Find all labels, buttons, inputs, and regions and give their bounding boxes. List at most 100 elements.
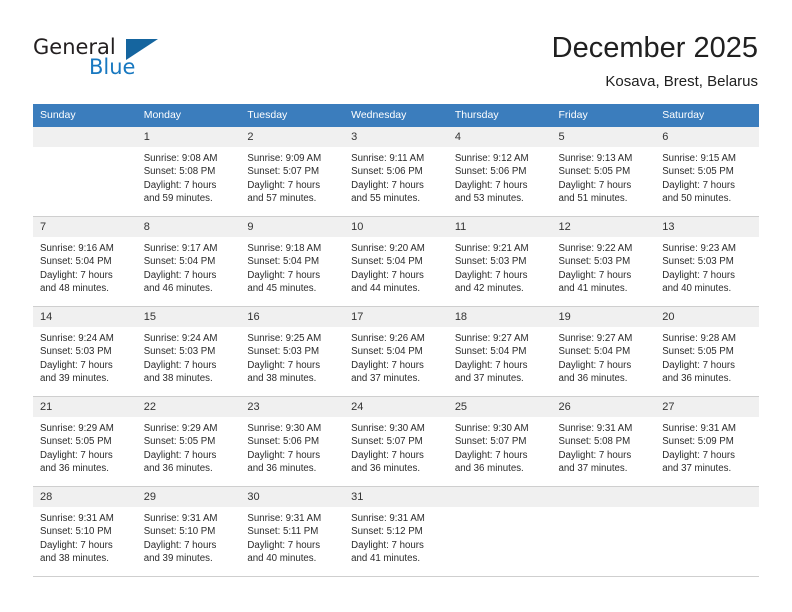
day-sun-info: Sunrise: 9:24 AM Sunset: 5:03 PM Daylight:… — [33, 327, 137, 386]
day-cell[interactable]: 13 Sunrise: 9:23 AM Sunset: 5:03 PM Dayligh… — [655, 216, 759, 307]
day-number: 7 — [33, 217, 137, 237]
day-daylight-2-text: and 37 minutes. — [351, 373, 421, 385]
day-number: 31 — [344, 487, 448, 507]
calendar-week-row: 1 Sunrise: 9:08 AM Sunset: 5:08 PM Daylight… — [33, 126, 759, 217]
day-sun-info: Sunrise: 9:08 AM Sunset: 5:08 PM Daylight:… — [137, 147, 241, 206]
day-sunset-text: Sunset: 5:04 PM — [351, 256, 423, 268]
day-sun-info: Sunrise: 9:29 AM Sunset: 5:05 PM Daylight:… — [33, 417, 137, 476]
weekday-header-monday: Monday — [136, 104, 241, 127]
day-daylight-1-text: Daylight: 7 hours — [351, 449, 424, 461]
day-cell[interactable]: 17 Sunrise: 9:26 AM Sunset: 5:04 PM Dayligh… — [344, 306, 448, 397]
day-cell[interactable]: 26 Sunrise: 9:31 AM Sunset: 5:08 PM Dayligh… — [551, 396, 656, 487]
day-number: 21 — [33, 397, 137, 417]
day-daylight-2-text: and 36 minutes. — [454, 463, 524, 475]
day-number: 19 — [551, 307, 656, 327]
day-daylight-2-text: and 36 minutes. — [40, 463, 109, 475]
day-sunset-text: Sunset: 5:11 PM — [247, 526, 319, 538]
day-sunrise-text: Sunrise: 9:11 AM — [351, 153, 425, 164]
day-cell[interactable]: 4 Sunrise: 9:12 AM Sunset: 5:06 PM Daylight… — [447, 126, 552, 217]
day-cell[interactable]: 25 Sunrise: 9:30 AM Sunset: 5:07 PM Dayligh… — [447, 396, 552, 487]
day-cell[interactable]: 19 Sunrise: 9:27 AM Sunset: 5:04 PM Dayligh… — [551, 306, 656, 397]
calendar-header-row: Sunday Monday Tuesday Wednesday Thursday… — [33, 104, 759, 127]
calendar-week-row: 28 Sunrise: 9:31 AM Sunset: 5:10 PM Dayligh… — [33, 486, 759, 577]
day-number: 4 — [447, 127, 552, 147]
day-cell[interactable]: 18 Sunrise: 9:27 AM Sunset: 5:04 PM Dayligh… — [447, 306, 552, 397]
day-cell[interactable]: 16 Sunrise: 9:25 AM Sunset: 5:03 PM Dayligh… — [240, 306, 345, 397]
day-sunset-text: Sunset: 5:10 PM — [143, 526, 216, 538]
day-daylight-2-text: and 39 minutes. — [40, 373, 109, 385]
day-sun-info: Sunrise: 9:29 AM Sunset: 5:05 PM Daylight:… — [137, 417, 241, 476]
day-sun-info: Sunrise: 9:20 AM Sunset: 5:04 PM Daylight:… — [344, 237, 448, 296]
weekday-header-thursday: Thursday — [447, 104, 552, 127]
day-cell[interactable]: 9 Sunrise: 9:18 AM Sunset: 5:04 PM Daylight… — [240, 216, 345, 307]
day-cell-empty — [33, 126, 137, 217]
day-daylight-2-text: and 51 minutes. — [558, 193, 628, 205]
day-cell[interactable]: 31 Sunrise: 9:31 AM Sunset: 5:12 PM Dayligh… — [344, 486, 448, 577]
day-number: 22 — [136, 397, 241, 417]
day-sunset-text: Sunset: 5:04 PM — [351, 346, 423, 358]
day-sunrise-text: Sunrise: 9:31 AM — [40, 513, 114, 524]
day-number: 30 — [240, 487, 345, 507]
day-cell[interactable]: 28 Sunrise: 9:31 AM Sunset: 5:10 PM Dayligh… — [33, 486, 137, 577]
day-number: 9 — [240, 217, 345, 237]
day-sun-info: Sunrise: 9:11 AM Sunset: 5:06 PM Daylight:… — [344, 147, 448, 206]
day-sunrise-text: Sunrise: 9:31 AM — [558, 423, 633, 434]
day-cell[interactable]: 30 Sunrise: 9:31 AM Sunset: 5:11 PM Dayligh… — [240, 486, 345, 577]
day-daylight-1-text: Daylight: 7 hours — [662, 359, 735, 371]
day-sunset-text: Sunset: 5:03 PM — [662, 256, 734, 268]
day-sunset-text: Sunset: 5:08 PM — [558, 436, 631, 448]
day-sunrise-text: Sunrise: 9:26 AM — [351, 333, 425, 344]
day-daylight-1-text: Daylight: 7 hours — [662, 179, 735, 191]
day-daylight-2-text: and 36 minutes. — [143, 463, 213, 475]
day-cell[interactable]: 23 Sunrise: 9:30 AM Sunset: 5:06 PM Dayligh… — [240, 396, 345, 487]
day-cell[interactable]: 2 Sunrise: 9:09 AM Sunset: 5:07 PM Daylight… — [240, 126, 345, 217]
day-cell[interactable]: 12 Sunrise: 9:22 AM Sunset: 5:03 PM Dayligh… — [551, 216, 656, 307]
day-daylight-2-text: and 59 minutes. — [143, 193, 213, 205]
day-sunset-text: Sunset: 5:04 PM — [247, 256, 320, 268]
day-sunset-text: Sunset: 5:03 PM — [247, 346, 320, 358]
day-daylight-1-text: Daylight: 7 hours — [247, 359, 321, 371]
day-cell[interactable]: 10 Sunrise: 9:20 AM Sunset: 5:04 PM Dayligh… — [344, 216, 448, 307]
day-cell[interactable]: 14 Sunrise: 9:24 AM Sunset: 5:03 PM Dayligh… — [33, 306, 137, 397]
day-cell[interactable]: 15 Sunrise: 9:24 AM Sunset: 5:03 PM Dayligh… — [136, 306, 241, 397]
day-cell[interactable]: 24 Sunrise: 9:30 AM Sunset: 5:07 PM Dayligh… — [344, 396, 448, 487]
day-cell[interactable]: 7 Sunrise: 9:16 AM Sunset: 5:04 PM Daylight… — [33, 216, 137, 307]
day-daylight-2-text: and 46 minutes. — [143, 283, 213, 295]
day-sunrise-text: Sunrise: 9:21 AM — [454, 243, 529, 254]
day-daylight-1-text: Daylight: 7 hours — [662, 269, 735, 281]
day-cell[interactable]: 3 Sunrise: 9:11 AM Sunset: 5:06 PM Daylight… — [344, 126, 448, 217]
day-daylight-2-text: and 48 minutes. — [40, 283, 109, 295]
day-sunset-text: Sunset: 5:03 PM — [558, 256, 631, 268]
day-cell[interactable]: 1 Sunrise: 9:08 AM Sunset: 5:08 PM Daylight… — [136, 126, 241, 217]
day-daylight-2-text: and 40 minutes. — [247, 553, 317, 565]
logo-text-blue: Blue — [89, 55, 136, 79]
day-sunrise-text: Sunrise: 9:08 AM — [143, 153, 218, 164]
day-daylight-2-text: and 50 minutes. — [662, 193, 732, 205]
day-cell[interactable]: 21 Sunrise: 9:29 AM Sunset: 5:05 PM Dayligh… — [33, 396, 137, 487]
day-number: 3 — [344, 127, 448, 147]
day-daylight-1-text: Daylight: 7 hours — [454, 449, 528, 461]
day-cell[interactable]: 5 Sunrise: 9:13 AM Sunset: 5:05 PM Daylight… — [551, 126, 656, 217]
day-cell[interactable]: 6 Sunrise: 9:15 AM Sunset: 5:05 PM Daylight… — [655, 126, 759, 217]
day-number: 10 — [344, 217, 448, 237]
day-number: 13 — [655, 217, 759, 237]
day-sun-info: Sunrise: 9:31 AM Sunset: 5:12 PM Daylight:… — [344, 507, 448, 566]
day-cell[interactable]: 20 Sunrise: 9:28 AM Sunset: 5:05 PM Dayligh… — [655, 306, 759, 397]
day-number: 2 — [240, 127, 345, 147]
day-sun-info: Sunrise: 9:17 AM Sunset: 5:04 PM Daylight:… — [137, 237, 241, 296]
day-sunset-text: Sunset: 5:07 PM — [454, 436, 527, 448]
day-sun-info: Sunrise: 9:31 AM Sunset: 5:09 PM Daylight:… — [655, 417, 759, 476]
day-sunrise-text: Sunrise: 9:16 AM — [40, 243, 114, 254]
calendar-body: 1 Sunrise: 9:08 AM Sunset: 5:08 PM Daylight… — [33, 126, 759, 577]
day-daylight-2-text: and 37 minutes. — [558, 463, 628, 475]
day-sunrise-text: Sunrise: 9:24 AM — [143, 333, 218, 344]
day-number — [551, 487, 656, 507]
day-daylight-2-text: and 39 minutes. — [143, 553, 213, 565]
day-cell[interactable]: 8 Sunrise: 9:17 AM Sunset: 5:04 PM Daylight… — [136, 216, 241, 307]
day-cell[interactable]: 29 Sunrise: 9:31 AM Sunset: 5:10 PM Dayligh… — [136, 486, 241, 577]
day-cell[interactable]: 22 Sunrise: 9:29 AM Sunset: 5:05 PM Dayligh… — [136, 396, 241, 487]
day-cell[interactable]: 27 Sunrise: 9:31 AM Sunset: 5:09 PM Dayligh… — [655, 396, 759, 487]
day-cell[interactable]: 11 Sunrise: 9:21 AM Sunset: 5:03 PM Dayligh… — [447, 216, 552, 307]
day-sunset-text: Sunset: 5:07 PM — [351, 436, 423, 448]
day-daylight-2-text: and 45 minutes. — [247, 283, 317, 295]
